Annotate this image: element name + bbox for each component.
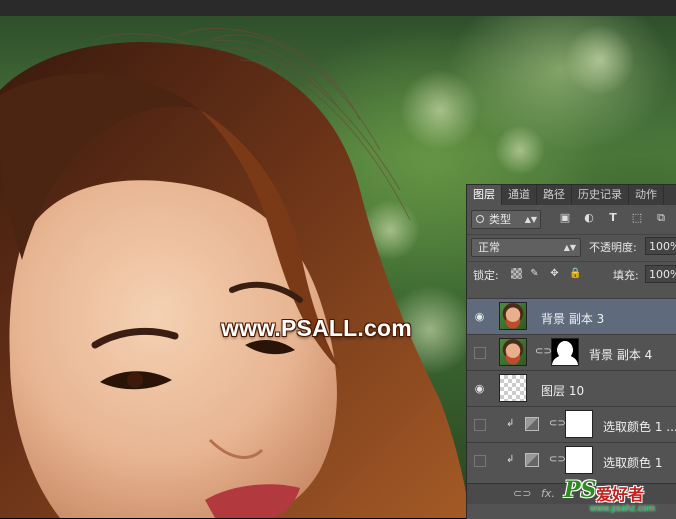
clipping-arrow-icon: ↲ <box>506 454 515 465</box>
panel-tab-bar: 图层 通道 路径 历史记录 动作 <box>467 185 676 205</box>
search-icon <box>476 215 484 223</box>
layer-thumbnail <box>499 374 527 402</box>
eye-icon[interactable]: ◉ <box>474 311 485 322</box>
blend-mode-value: 正常 <box>478 241 500 254</box>
chain-link-icon[interactable]: ⊂⊃ <box>549 418 566 429</box>
top-bar <box>0 0 676 16</box>
layer-mask-thumbnail[interactable] <box>565 446 593 474</box>
image-filter-icon[interactable]: ▣ <box>559 212 571 224</box>
opacity-label: 不透明度: <box>589 241 637 254</box>
filter-type-select[interactable]: 类型 ▲▼ <box>471 210 541 229</box>
layer-name: 选取颜色 1 ... <box>603 420 676 434</box>
tab-channels[interactable]: 通道 <box>502 185 537 205</box>
visibility-toggle[interactable] <box>474 455 486 467</box>
chain-link-icon[interactable]: ⊂⊃ <box>535 346 552 357</box>
layer-row[interactable]: ↲ ⊂⊃ 选取颜色 1 ... <box>467 406 676 443</box>
tab-paths[interactable]: 路径 <box>537 185 572 205</box>
fill-input[interactable]: 100% <box>645 265 676 283</box>
visibility-toggle[interactable] <box>474 347 486 359</box>
lock-move-icon[interactable]: ✥ <box>549 268 560 279</box>
chain-link-icon[interactable]: ⊂⊃ <box>549 454 566 465</box>
layers-panel: 图层 通道 路径 历史记录 动作 类型 ▲▼ ▣ ◐ T ⬚ ⧉ 正常 ▲▼ 不… <box>466 184 676 519</box>
layer-row[interactable]: ◉ 图层 10 <box>467 370 676 407</box>
layer-thumbnail <box>499 338 527 366</box>
updown-arrow-icon: ▲▼ <box>563 243 576 252</box>
tab-layers[interactable]: 图层 <box>467 185 502 205</box>
lock-label: 锁定: <box>473 269 499 282</box>
layer-list: ◉ 背景 副本 3 ⊂⊃ 背景 副本 4 ◉ 图层 10 ↲ ⊂⊃ 选取颜色 1… <box>467 298 676 484</box>
link-icon[interactable]: ⊂⊃ <box>513 487 531 500</box>
layer-row[interactable]: ⊂⊃ 背景 副本 4 <box>467 334 676 371</box>
layer-name: 背景 副本 3 <box>541 312 605 326</box>
blend-row: 正常 ▲▼ 不透明度: 100% <box>467 234 676 259</box>
layer-mask-thumbnail[interactable] <box>565 410 593 438</box>
logo-cn: 爱好者 <box>596 485 645 504</box>
layer-name: 图层 10 <box>541 384 585 398</box>
tab-actions[interactable]: 动作 <box>629 185 664 205</box>
selective-color-adjustment-icon <box>525 417 539 431</box>
eye-icon[interactable]: ◉ <box>474 383 485 394</box>
updown-arrow-icon: ▲▼ <box>524 215 537 224</box>
layer-mask-thumbnail[interactable] <box>551 338 579 366</box>
smart-object-filter-icon[interactable]: ⧉ <box>655 212 667 224</box>
visibility-toggle[interactable] <box>474 419 486 431</box>
site-watermark: www.PSALL.com <box>221 315 412 341</box>
shape-filter-icon[interactable]: ⬚ <box>631 212 643 224</box>
layer-thumbnail <box>499 302 527 330</box>
clipping-arrow-icon: ↲ <box>506 418 515 429</box>
layer-row[interactable]: ◉ 背景 副本 3 <box>467 298 676 335</box>
layer-row[interactable]: ↲ ⊂⊃ 选取颜色 1 <box>467 442 676 479</box>
selective-color-adjustment-icon <box>525 453 539 467</box>
lock-row: 锁定: ✎ ✥ 🔒 填充: 100% <box>467 261 676 286</box>
blend-mode-select[interactable]: 正常 ▲▼ <box>471 238 581 257</box>
lock-brush-icon[interactable]: ✎ <box>529 268 540 279</box>
filter-type-label: 类型 <box>489 213 511 226</box>
layer-name: 选取颜色 1 <box>603 456 663 470</box>
fx-button[interactable]: fx. <box>541 487 555 500</box>
lock-all-icon[interactable]: 🔒 <box>569 268 581 279</box>
logo-url: www.psahz.com <box>590 503 656 513</box>
opacity-input[interactable]: 100% <box>645 237 676 255</box>
type-filter-icon[interactable]: T <box>607 212 619 224</box>
layer-name: 背景 副本 4 <box>589 348 653 362</box>
lock-transparent-icon[interactable] <box>511 268 522 279</box>
corner-logo: PS 爱好者 www.psahz.com <box>564 477 676 518</box>
logo-ps: PS <box>564 477 597 503</box>
fill-label: 填充: <box>613 269 639 282</box>
filter-row: 类型 ▲▼ ▣ ◐ T ⬚ ⧉ <box>467 207 676 231</box>
tab-history[interactable]: 历史记录 <box>572 185 629 205</box>
adjustment-filter-icon[interactable]: ◐ <box>583 212 595 224</box>
